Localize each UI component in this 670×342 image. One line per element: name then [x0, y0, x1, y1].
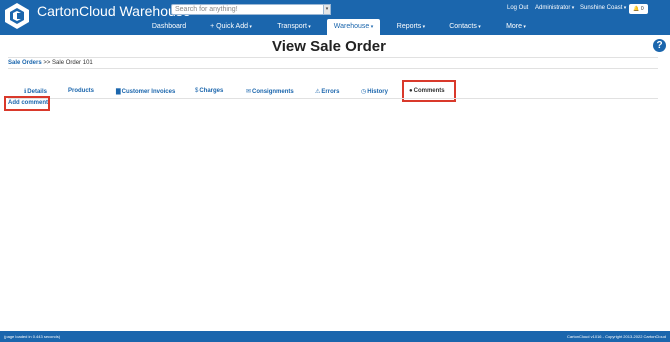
caret-down-icon: ▾: [476, 24, 481, 30]
copyright: CartonCloud v1016 - Copyright 2013-2022 …: [567, 334, 666, 339]
tab-consignments[interactable]: ✉Consignments: [246, 88, 294, 95]
warning-icon: ⚠: [315, 89, 321, 95]
help-icon[interactable]: ?: [653, 39, 666, 52]
info-icon: ℹ: [24, 89, 27, 95]
caret-down-icon: ▾: [522, 24, 526, 30]
nav-reports[interactable]: Reports ▾: [391, 19, 431, 35]
location-menu[interactable]: Sunshine Coast ▾: [580, 5, 626, 11]
tab-history[interactable]: ◷History: [361, 88, 388, 95]
divider: [8, 57, 658, 58]
tab-underline: [8, 98, 658, 99]
page-load-time: (page loaded in 0.443 seconds): [4, 334, 61, 339]
breadcrumb-separator: >>: [43, 60, 51, 66]
tab-customer-invoices[interactable]: ▇Customer Invoices: [116, 88, 175, 95]
tab-errors[interactable]: ⚠Errors: [315, 88, 339, 95]
cartoncloud-logo-icon[interactable]: [3, 2, 31, 30]
clock-icon: ◷: [361, 89, 367, 95]
breadcrumb: Sale Orders >> Sale Order 101: [8, 60, 93, 66]
top-bar: CartonCloud Warehouse▾ Search for anythi…: [0, 0, 670, 35]
caret-down-icon: ▾: [421, 24, 426, 30]
nav-dashboard[interactable]: Dashboard: [148, 19, 190, 35]
bell-icon: 🔔: [633, 6, 640, 12]
notifications-button[interactable]: 🔔 0: [629, 4, 648, 14]
caret-down-icon: ▾: [248, 24, 252, 30]
search-dropdown-icon[interactable]: ▾: [323, 4, 331, 15]
caret-down-icon: ▾: [570, 5, 575, 11]
divider: [8, 68, 658, 69]
caret-down-icon: ▾: [369, 24, 374, 30]
caret-down-icon: ▾: [622, 5, 627, 11]
tab-products[interactable]: Products: [68, 88, 94, 94]
footer: (page loaded in 0.443 seconds) CartonClo…: [0, 331, 670, 342]
dollar-icon: $: [195, 88, 199, 94]
nav-more[interactable]: More ▾: [500, 19, 532, 35]
tab-details[interactable]: ℹDetails: [24, 88, 47, 95]
nav-warehouse[interactable]: Warehouse ▾: [327, 19, 380, 35]
document-icon: ▇: [116, 89, 121, 95]
nav-quick-add[interactable]: + Quick Add ▾: [203, 19, 259, 35]
logout-link[interactable]: Log Out: [507, 5, 528, 11]
tab-charges[interactable]: $Charges: [195, 88, 223, 94]
nav-transport[interactable]: Transport ▾: [272, 19, 316, 35]
caret-down-icon: ▾: [306, 24, 311, 30]
nav-contacts[interactable]: Contacts ▾: [444, 19, 486, 35]
breadcrumb-sale-orders[interactable]: Sale Orders: [8, 60, 42, 66]
breadcrumb-current: Sale Order 101: [52, 60, 93, 66]
page-title: View Sale Order: [272, 38, 386, 55]
envelope-icon: ✉: [246, 89, 252, 95]
user-menu[interactable]: Administrator ▾: [535, 5, 574, 11]
search-input[interactable]: Search for anything!: [171, 4, 331, 15]
add-comment-highlight: [4, 96, 50, 111]
